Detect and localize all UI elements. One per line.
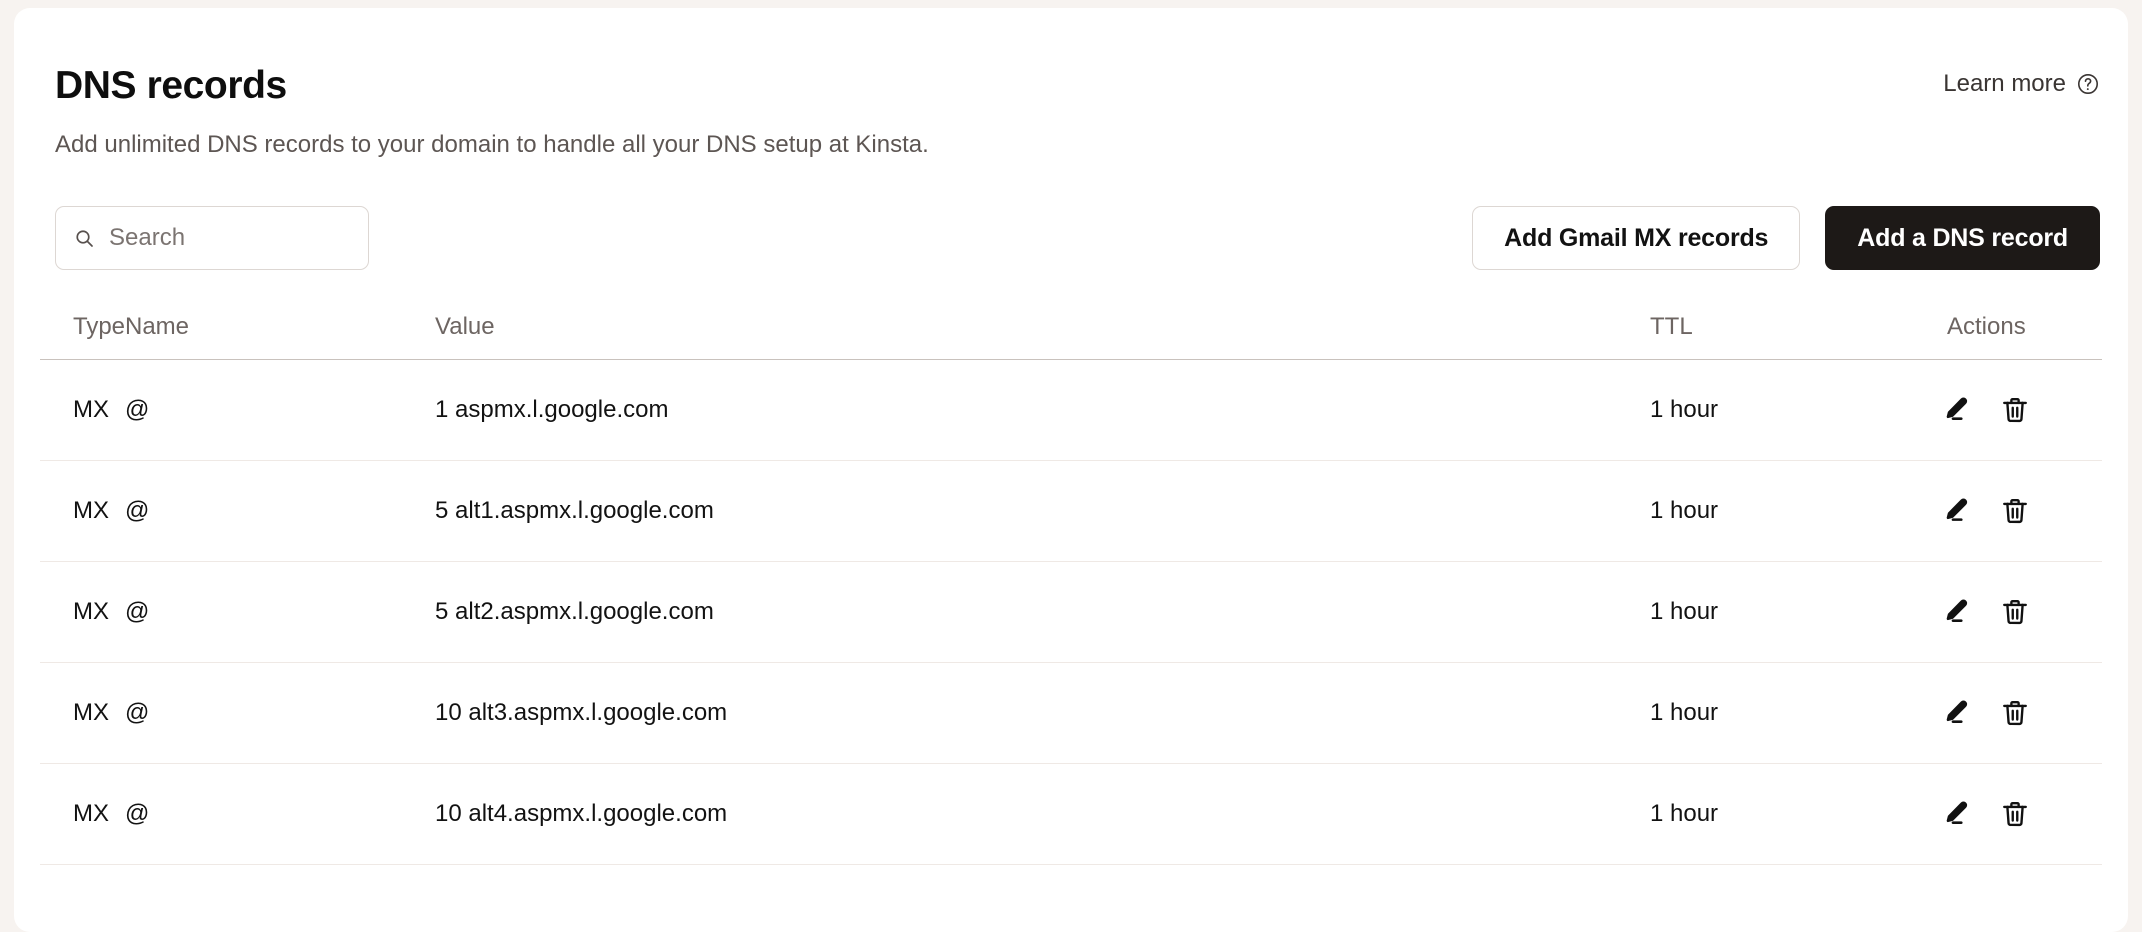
dns-records-table: Type Name Value TTL Actions MX @ 1 aspmx… bbox=[40, 294, 2102, 865]
cell-value: 10 alt4.aspmx.l.google.com bbox=[435, 800, 728, 827]
add-dns-record-button[interactable]: Add a DNS record bbox=[1825, 206, 2100, 270]
pencil-icon bbox=[1941, 597, 1971, 627]
delete-record-button[interactable] bbox=[2000, 698, 2030, 728]
edit-record-button[interactable] bbox=[1941, 395, 1971, 425]
add-gmail-mx-records-button[interactable]: Add Gmail MX records bbox=[1472, 206, 1801, 270]
table-row[interactable]: MX @ 1 aspmx.l.google.com 1 hour bbox=[40, 360, 2102, 461]
delete-record-button[interactable] bbox=[2000, 799, 2030, 829]
cell-ttl: 1 hour bbox=[1650, 497, 1719, 524]
trash-icon bbox=[2000, 597, 2030, 627]
cell-value: 10 alt3.aspmx.l.google.com bbox=[435, 699, 728, 726]
cell-name: @ bbox=[125, 598, 150, 625]
cell-actions bbox=[1926, 496, 2102, 526]
page-background: DNS records Add unlimited DNS records to… bbox=[0, 0, 2142, 932]
cell-actions bbox=[1926, 395, 2102, 425]
delete-record-button[interactable] bbox=[2000, 597, 2030, 627]
column-header-value: Value bbox=[435, 312, 495, 340]
cell-name: @ bbox=[125, 699, 150, 726]
delete-record-button[interactable] bbox=[2000, 395, 2030, 425]
trash-icon bbox=[2000, 799, 2030, 829]
trash-icon bbox=[2000, 496, 2030, 526]
table-row[interactable]: MX @ 5 alt1.aspmx.l.google.com 1 hour bbox=[40, 461, 2102, 562]
cell-name: @ bbox=[125, 396, 150, 423]
cell-type: MX bbox=[73, 699, 109, 726]
table-row[interactable]: MX @ 10 alt4.aspmx.l.google.com 1 hour bbox=[40, 764, 2102, 865]
cell-value: 5 alt2.aspmx.l.google.com bbox=[435, 598, 714, 625]
page-subtitle: Add unlimited DNS records to your domain… bbox=[55, 131, 929, 158]
column-header-name: Name bbox=[125, 312, 190, 340]
search-icon bbox=[74, 228, 95, 249]
cell-ttl: 1 hour bbox=[1650, 396, 1719, 423]
learn-more-label: Learn more bbox=[1943, 70, 2066, 97]
column-header-type: Type bbox=[73, 312, 126, 340]
trash-icon bbox=[2000, 395, 2030, 425]
cell-type: MX bbox=[73, 497, 109, 524]
cell-type: MX bbox=[73, 598, 109, 625]
learn-more-link[interactable]: Learn more bbox=[1943, 72, 2100, 96]
cell-actions bbox=[1926, 799, 2102, 829]
card-header: DNS records Add unlimited DNS records to… bbox=[14, 8, 2128, 278]
cell-name: @ bbox=[125, 497, 150, 524]
cell-actions bbox=[1926, 597, 2102, 627]
cell-ttl: 1 hour bbox=[1650, 699, 1719, 726]
cell-type: MX bbox=[73, 800, 109, 827]
table-row[interactable]: MX @ 10 alt3.aspmx.l.google.com 1 hour bbox=[40, 663, 2102, 764]
edit-record-button[interactable] bbox=[1941, 698, 1971, 728]
header-actions: Add Gmail MX records Add a DNS record bbox=[1472, 206, 2100, 270]
trash-icon bbox=[2000, 698, 2030, 728]
column-header-actions: Actions bbox=[1947, 312, 2026, 340]
cell-ttl: 1 hour bbox=[1650, 598, 1719, 625]
table-header-row: Type Name Value TTL Actions bbox=[40, 294, 2102, 360]
help-circle-icon bbox=[2076, 72, 2100, 96]
cell-type: MX bbox=[73, 396, 109, 423]
page-title: DNS records bbox=[55, 64, 287, 107]
pencil-icon bbox=[1941, 496, 1971, 526]
search-box[interactable] bbox=[55, 206, 369, 270]
cell-actions bbox=[1926, 698, 2102, 728]
column-header-ttl: TTL bbox=[1650, 312, 1693, 340]
pencil-icon bbox=[1941, 698, 1971, 728]
table-row[interactable]: MX @ 5 alt2.aspmx.l.google.com 1 hour bbox=[40, 562, 2102, 663]
edit-record-button[interactable] bbox=[1941, 496, 1971, 526]
pencil-icon bbox=[1941, 395, 1971, 425]
dns-records-card: DNS records Add unlimited DNS records to… bbox=[14, 8, 2128, 932]
edit-record-button[interactable] bbox=[1941, 799, 1971, 829]
delete-record-button[interactable] bbox=[2000, 496, 2030, 526]
pencil-icon bbox=[1941, 799, 1971, 829]
table-body: MX @ 1 aspmx.l.google.com 1 hour MX @ 5 … bbox=[40, 360, 2102, 865]
edit-record-button[interactable] bbox=[1941, 597, 1971, 627]
cell-value: 1 aspmx.l.google.com bbox=[435, 396, 669, 423]
search-input[interactable] bbox=[109, 224, 350, 252]
cell-value: 5 alt1.aspmx.l.google.com bbox=[435, 497, 714, 524]
cell-name: @ bbox=[125, 800, 150, 827]
cell-ttl: 1 hour bbox=[1650, 800, 1719, 827]
